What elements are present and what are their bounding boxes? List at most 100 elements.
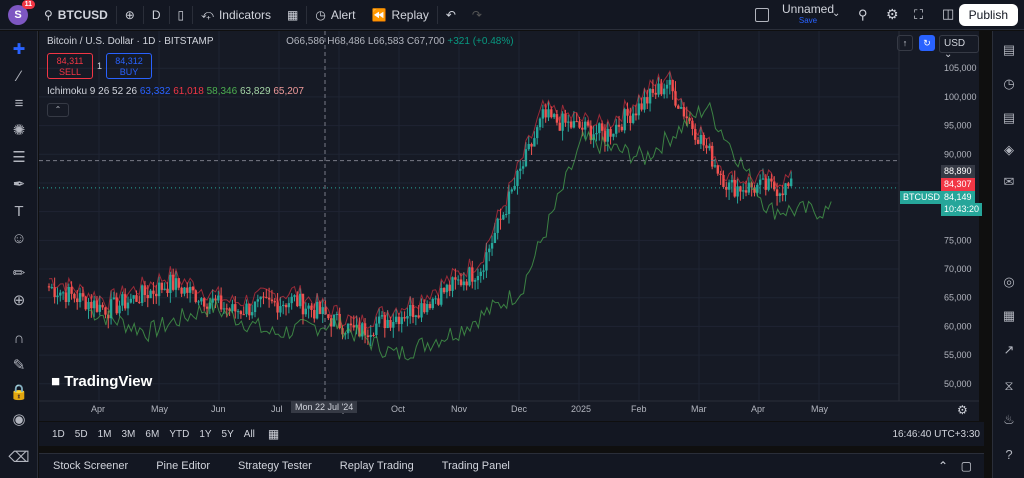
arrow-up-icon[interactable]: ↑ (897, 35, 913, 51)
trend-line-icon[interactable]: ∕ (9, 66, 29, 86)
alerts-icon[interactable]: ◷ (1000, 75, 1018, 93)
tab-strategy-tester[interactable]: Strategy Tester (224, 460, 326, 472)
chevron-up-icon[interactable]: ⌃ (938, 459, 948, 473)
pencil-lock-icon[interactable]: ✎ (9, 355, 29, 375)
candle-body (400, 317, 403, 325)
symbol-search[interactable]: ⚲ BTCUSD (36, 0, 116, 30)
notification-bell-icon[interactable]: ♨ (1000, 411, 1018, 429)
ichimoku-legend[interactable]: Ichimoku 9 26 52 26 63,332 61,018 58,346… (47, 86, 304, 97)
gear-icon[interactable]: ⚙ (886, 6, 899, 23)
candle-body (327, 314, 330, 319)
fib-retracement-icon[interactable]: ☰ (9, 147, 29, 167)
maximize-icon[interactable]: ▢ (961, 459, 972, 473)
publish-button[interactable]: Publish (958, 4, 1018, 26)
horizontal-lines-icon[interactable]: ≡ (9, 93, 29, 113)
candle-body (409, 305, 412, 317)
y-tick-label: 75,000 (944, 235, 972, 245)
sell-button[interactable]: 84,311 SELL (47, 53, 93, 79)
brush-icon[interactable]: ✒ (9, 174, 29, 194)
broadcast-icon[interactable]: ⧖ (1000, 377, 1018, 395)
camera-icon[interactable]: ◫ (942, 6, 954, 22)
bottom-panel: Stock Screener Pine Editor Strategy Tester… (39, 453, 984, 478)
layout-icon[interactable] (755, 8, 769, 22)
target-icon[interactable]: ◎ (1000, 273, 1018, 291)
calendar-icon[interactable]: ▦ (268, 427, 279, 441)
candle-body (646, 97, 649, 104)
candle-body (307, 305, 310, 309)
tab-pine-editor[interactable]: Pine Editor (142, 460, 224, 472)
currency-select[interactable]: USD ⌄ (939, 35, 979, 60)
eye-icon[interactable]: ◉ (9, 409, 29, 429)
quick-search-icon[interactable]: ⚲ (858, 7, 868, 23)
emoji-icon[interactable]: ☺ (9, 228, 29, 248)
candle-body (78, 293, 82, 303)
candle-body (166, 288, 169, 293)
range-button-1d[interactable]: 1D (47, 429, 70, 440)
tab-trading-panel[interactable]: Trading Panel (428, 460, 524, 472)
candle-body (544, 109, 547, 118)
indicators-button[interactable]: ⤽ Indicators (193, 0, 279, 30)
calendar-icon[interactable]: ▦ (1000, 307, 1018, 325)
range-button-5d[interactable]: 5D (70, 429, 93, 440)
tab-replay-trading[interactable]: Replay Trading (326, 460, 428, 472)
candle-body (527, 143, 530, 150)
candle-body (739, 186, 742, 192)
watchlist-icon[interactable]: ▤ (1000, 41, 1018, 59)
clock[interactable]: 16:46:40 UTC+3:30 (892, 429, 980, 440)
change-value: +321 (+0.48%) (447, 36, 514, 47)
collapse-legend-button[interactable]: ⌃ (47, 103, 69, 117)
candle-body (425, 304, 429, 313)
candle-body (654, 92, 657, 95)
range-button-1y[interactable]: 1Y (194, 429, 216, 440)
buy-button[interactable]: 84,312 BUY (106, 53, 153, 79)
range-button-6m[interactable]: 6M (140, 429, 164, 440)
replay-button[interactable]: ⏪ Replay (364, 0, 437, 30)
fullscreen-icon[interactable]: ⛶ (914, 7, 923, 23)
candle-body (499, 218, 502, 220)
chevron-down-icon[interactable]: ⌄ (832, 8, 840, 19)
range-button-ytd[interactable]: YTD (164, 429, 194, 440)
chart-line-icon[interactable]: ↗ (1000, 341, 1018, 359)
range-button-1m[interactable]: 1M (93, 429, 117, 440)
crosshair-icon[interactable]: ✚ (9, 39, 29, 59)
spread-value: 1 (97, 61, 103, 71)
templates-button[interactable]: ▦ (279, 0, 306, 30)
interval-button[interactable]: D (144, 0, 169, 30)
trash-icon[interactable]: ⌫ (8, 447, 29, 467)
magnet-icon[interactable]: ∩ (9, 328, 29, 348)
text-icon[interactable]: T (9, 201, 29, 221)
layout-name[interactable]: Unnamed Save (782, 3, 834, 27)
price-chart[interactable]: 105,000100,00095,00090,00085,00080,00075… (39, 31, 983, 421)
lock-icon[interactable]: 🔒 (9, 382, 29, 402)
chart-type-button[interactable]: ▯ (170, 0, 193, 30)
add-symbol-button[interactable]: ⊕ (117, 0, 143, 30)
undo-button[interactable]: ↶ (438, 0, 464, 30)
tab-stock-screener[interactable]: Stock Screener (39, 460, 142, 472)
candle-body (665, 84, 669, 89)
range-button-all[interactable]: All (239, 429, 260, 440)
candle-body (456, 279, 460, 281)
zoom-in-icon[interactable]: ⊕ (9, 290, 29, 310)
candle-body (149, 290, 152, 299)
chat-icon[interactable]: ✉ (1000, 173, 1018, 191)
alert-button[interactable]: ◷ Alert (307, 0, 363, 30)
gear-icon[interactable]: ⚙ (957, 403, 968, 417)
layers-icon[interactable]: ◈ (1000, 141, 1018, 159)
sync-icon[interactable]: ↻ (919, 35, 935, 51)
candle-body (253, 301, 257, 313)
currency-label: USD (944, 38, 966, 49)
user-avatar[interactable]: S 11 (8, 0, 35, 25)
ruler-icon[interactable]: ✏ (9, 263, 29, 283)
candle-body (112, 297, 116, 300)
range-button-5y[interactable]: 5Y (217, 429, 239, 440)
range-button-3m[interactable]: 3M (117, 429, 141, 440)
redo-button[interactable]: ↷ (464, 0, 490, 30)
candle-body (662, 88, 666, 95)
help-icon[interactable]: ? (1000, 445, 1018, 463)
candle-body (135, 295, 138, 302)
pitchfork-icon[interactable]: ✺ (9, 120, 29, 140)
low-value: L66,583 (367, 36, 405, 47)
right-sidebar: ▤ ◷ ▤ ◈ ✉ ◎ ▦ ↗ ⧖ ♨ ? (992, 31, 1024, 478)
data-window-icon[interactable]: ▤ (1000, 109, 1018, 127)
candle-body (473, 280, 477, 282)
